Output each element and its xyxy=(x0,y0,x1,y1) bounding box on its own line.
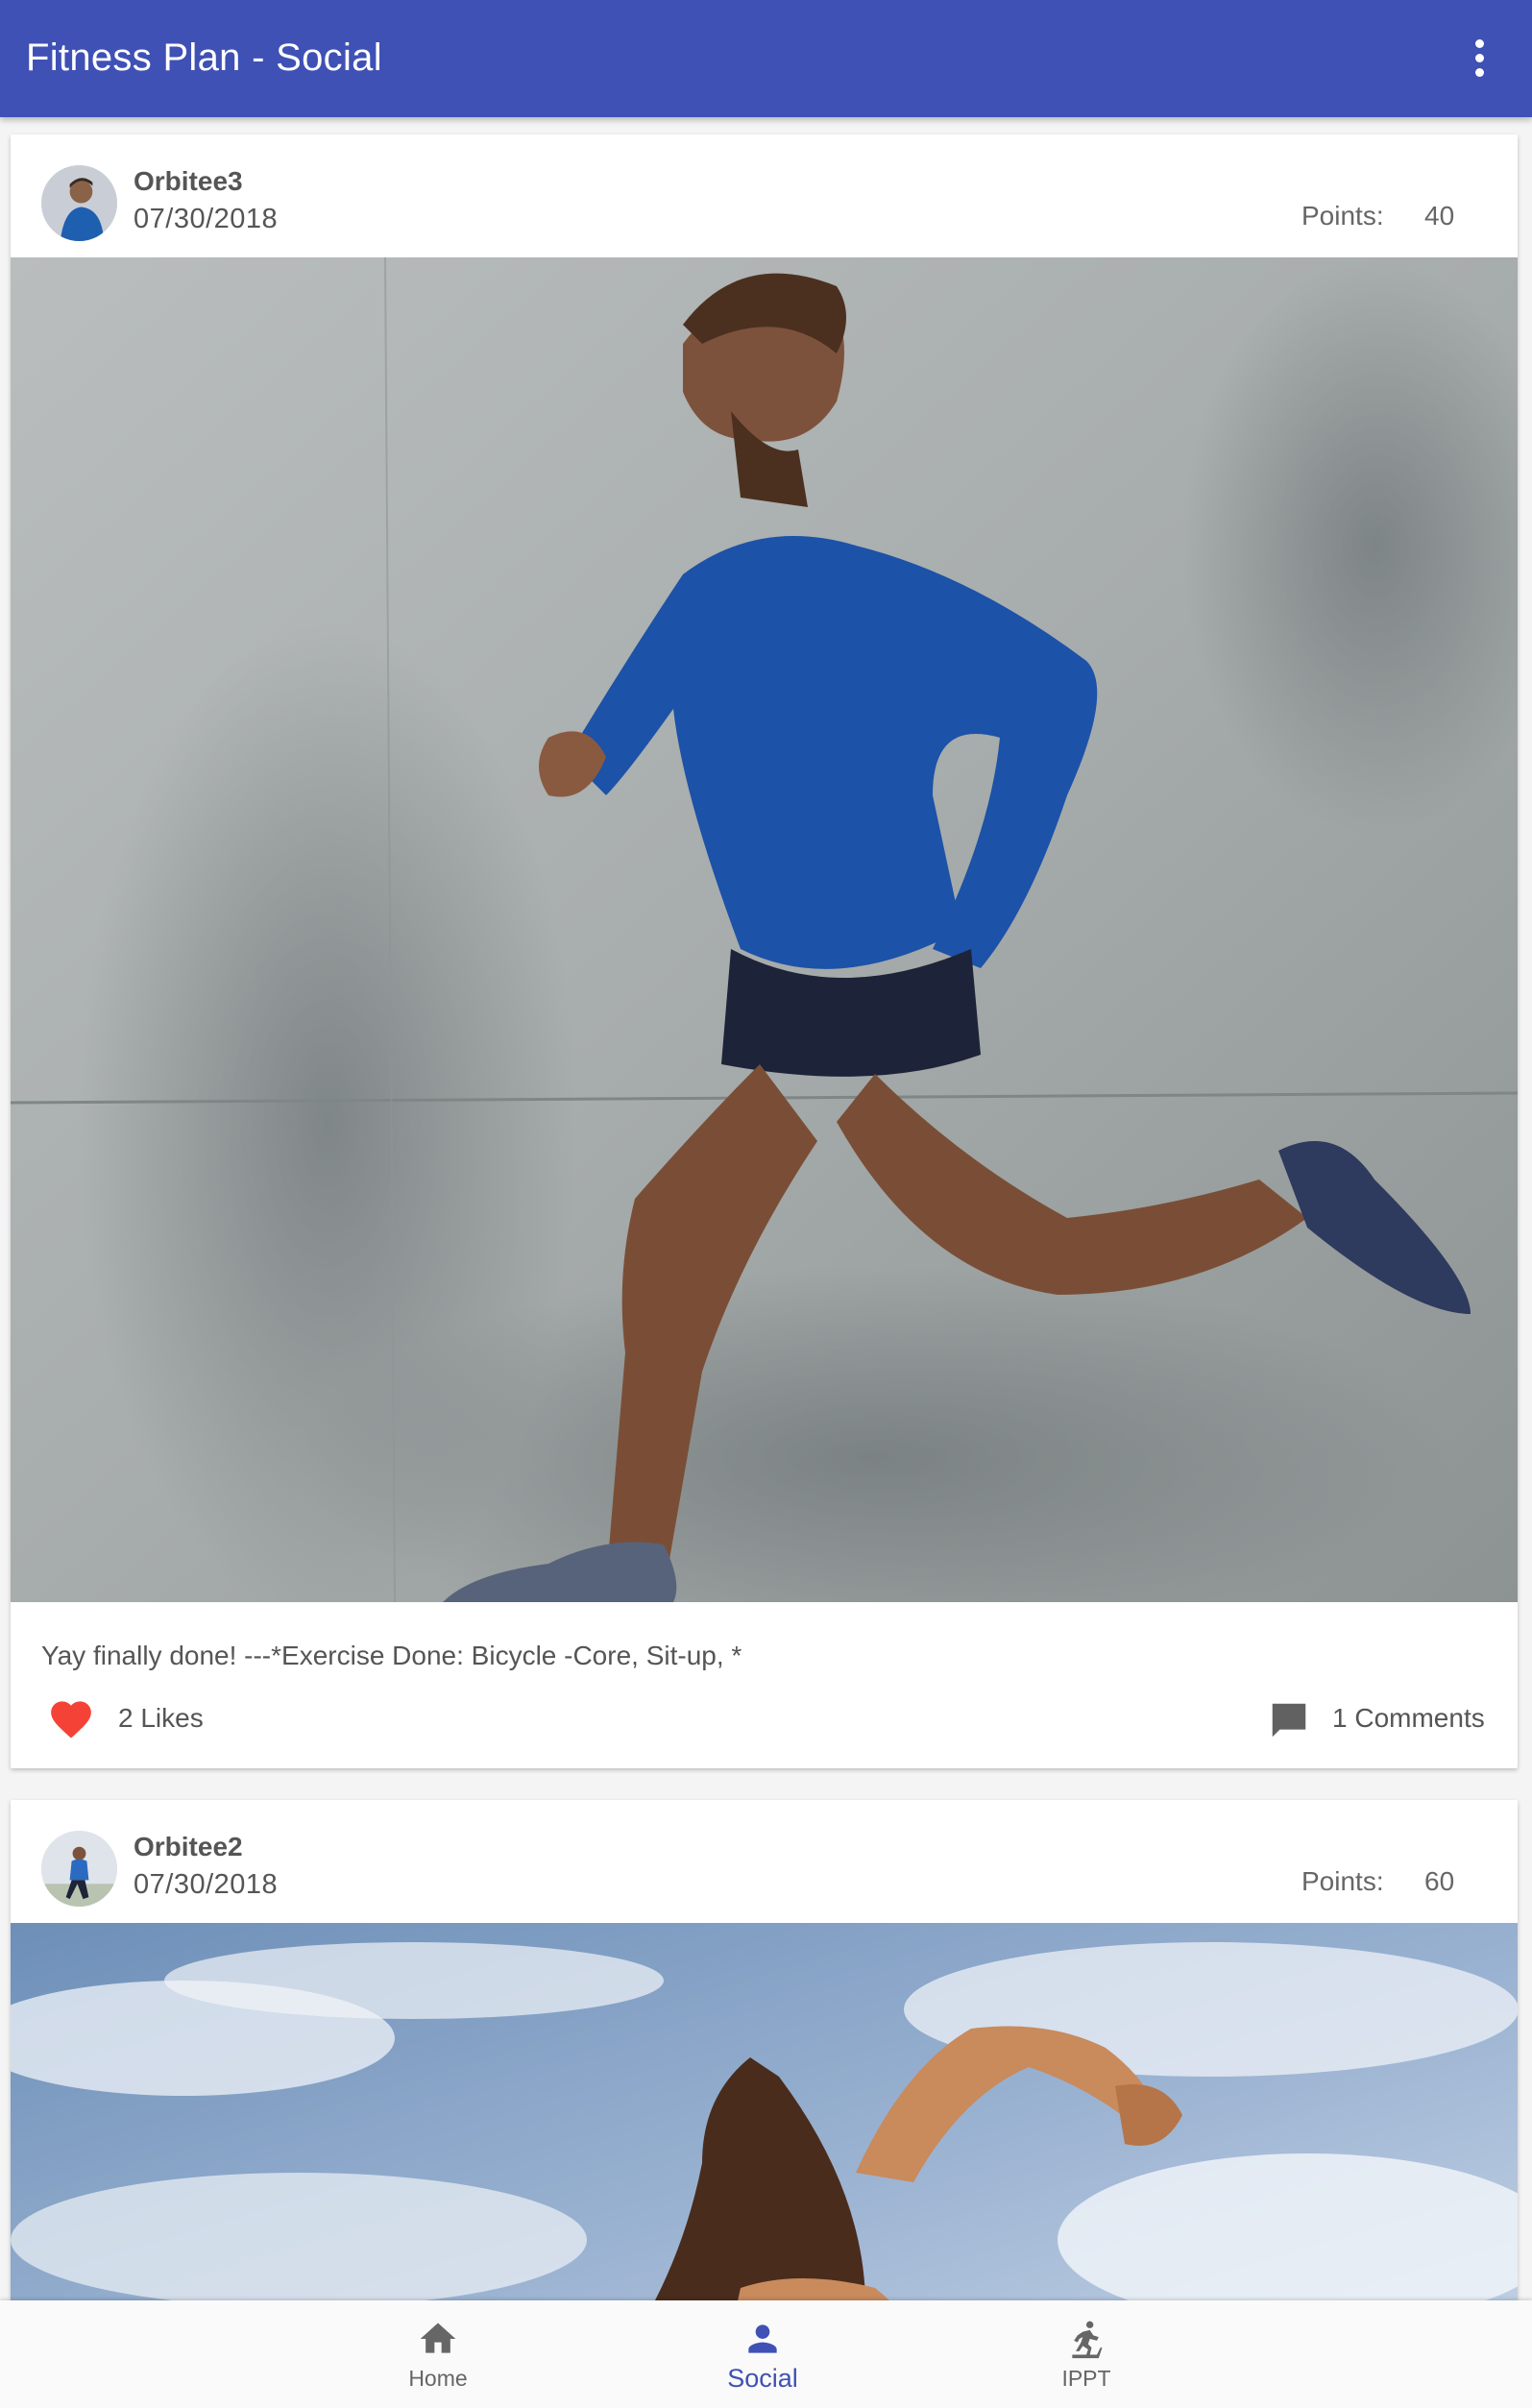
nav-social-label: Social xyxy=(727,2364,798,2393)
points-value: 40 xyxy=(1424,201,1455,231)
more-vert-icon xyxy=(1474,38,1484,48)
treadmill-icon xyxy=(1072,2321,1103,2359)
more-options-button[interactable] xyxy=(1455,34,1503,82)
post-photo[interactable] xyxy=(11,257,1518,1602)
app-bar: Fitness Plan - Social xyxy=(0,0,1532,117)
post-caption: Yay finally done! ---*Exercise Done: Bic… xyxy=(41,1641,742,1670)
post-photo[interactable] xyxy=(11,1923,1518,2300)
points-label: Points: xyxy=(1301,201,1384,231)
post-card: Orbitee3 07/30/2018 Points: 40 Yay final… xyxy=(11,134,1518,1768)
post-date: 07/30/2018 xyxy=(134,1869,279,1900)
post-header: Orbitee3 07/30/2018 Points: 40 xyxy=(11,134,1518,257)
likes-count[interactable]: 2 Likes xyxy=(118,1703,204,1734)
avatar[interactable] xyxy=(41,1831,117,1907)
points-value: 60 xyxy=(1424,1866,1455,1896)
social-feed[interactable]: Orbitee3 07/30/2018 Points: 40 Yay final… xyxy=(0,117,1532,2300)
post-username[interactable]: Orbitee2 xyxy=(134,1832,243,1862)
page-title: Fitness Plan - Social xyxy=(26,36,382,79)
heart-icon[interactable] xyxy=(47,1695,95,1739)
post-date: 07/30/2018 xyxy=(134,204,279,234)
post-header: Orbitee2 07/30/2018 Points: 60 xyxy=(11,1800,1518,1923)
comment-icon[interactable] xyxy=(1265,1698,1313,1742)
points-label: Points: xyxy=(1301,1866,1384,1896)
post-card: Orbitee2 07/30/2018 Points: 60 xyxy=(11,1800,1518,2300)
nav-home[interactable]: Home xyxy=(318,2300,558,2408)
nav-ippt-label: IPPT xyxy=(1061,2366,1111,2391)
avatar[interactable] xyxy=(41,165,117,241)
nav-social[interactable]: Social xyxy=(643,2300,883,2408)
person-icon xyxy=(748,2324,777,2353)
nav-ippt[interactable]: IPPT xyxy=(966,2300,1206,2408)
nav-home-label: Home xyxy=(408,2366,468,2391)
comments-count[interactable]: 1 Comments xyxy=(1332,1703,1485,1734)
home-icon xyxy=(420,2323,456,2353)
post-username[interactable]: Orbitee3 xyxy=(134,166,243,197)
bottom-navigation: Home Social IPPT xyxy=(0,2300,1532,2408)
